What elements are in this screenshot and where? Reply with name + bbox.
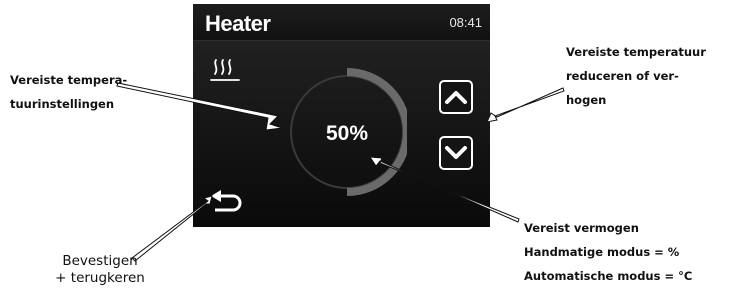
annotation-reduce-or-raise: Vereiste temperatuur reduceren of ver- h… [566, 45, 706, 107]
annotation-required-power: Vereist vermogen Handmatige modus = % Au… [524, 221, 693, 283]
annotation-confirm-return: Bevestigen + terugkeren [55, 253, 145, 286]
annotation-required-temp-settings: Vereiste tempera- tuurinstellingen [10, 73, 128, 111]
